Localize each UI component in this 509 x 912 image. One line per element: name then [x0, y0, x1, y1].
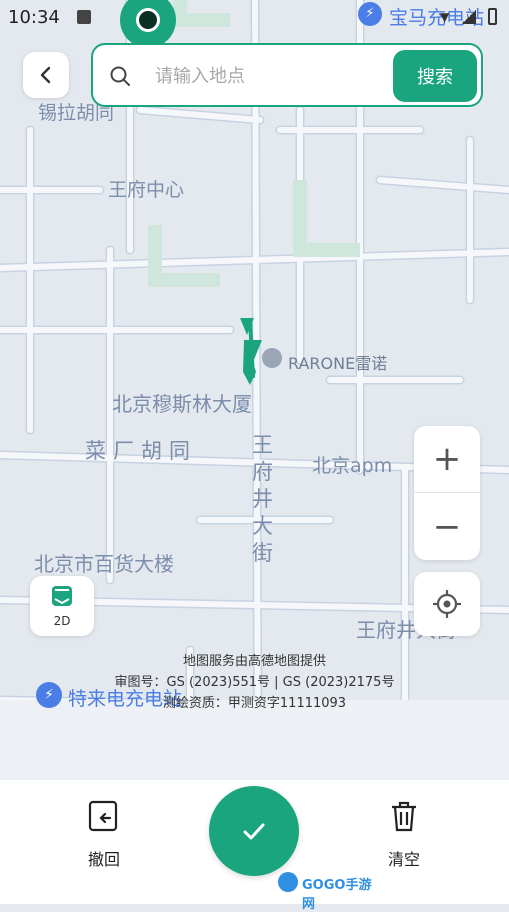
zoom-in-button[interactable]: + — [414, 426, 480, 492]
signal-icon — [462, 10, 476, 24]
crosshair-icon — [433, 590, 461, 618]
clear-button[interactable]: 清空 — [369, 798, 439, 870]
map-label: 北京穆斯林大厦 — [112, 392, 252, 416]
zoom-divider — [414, 492, 480, 493]
search-bar: 搜索 — [91, 43, 483, 107]
map-label: 菜厂胡同 — [85, 439, 197, 463]
trash-icon — [392, 801, 416, 832]
map-label: 王府井大街 — [252, 433, 273, 565]
map-label: 北京市百货大楼 — [34, 552, 174, 576]
map-label: 北京apm — [312, 455, 393, 477]
map-canvas[interactable]: 王府中心 锡拉胡同 北京穆斯林大厦 菜厂胡同 王府井大街 北京apm 北京市百货… — [0, 0, 509, 790]
locate-button[interactable] — [414, 572, 480, 636]
undo-icon — [88, 800, 118, 832]
wifi-icon: ▼ — [440, 10, 450, 24]
map-mode-label: 2D — [53, 614, 71, 628]
search-input[interactable] — [153, 59, 387, 93]
status-bar: 10:34 ▼ — [0, 0, 509, 48]
poi-pin-icon[interactable] — [262, 348, 282, 368]
check-icon — [243, 823, 265, 840]
map-label: RARONE雷诺 — [288, 354, 388, 373]
watermark-text: GOGO手游网 — [302, 878, 372, 912]
back-button[interactable] — [23, 52, 69, 98]
undo-button[interactable]: 撤回 — [69, 798, 139, 870]
clear-label: 清空 — [387, 850, 420, 869]
credits-line-1: 地图服务由高德地图提供 — [182, 654, 326, 669]
map-label: 王府中心 — [108, 179, 185, 201]
map-mode-button[interactable]: 2D — [30, 576, 94, 636]
undo-label: 撤回 — [87, 850, 120, 869]
watermark-logo-icon — [278, 872, 298, 892]
zoom-controls: + − — [414, 426, 480, 560]
confirm-button[interactable] — [209, 786, 299, 876]
status-time: 10:34 — [8, 7, 60, 28]
battery-icon — [488, 8, 497, 25]
search-icon — [110, 66, 130, 86]
watermark: GOGO手游网 — [276, 868, 380, 912]
map-layer-icon — [52, 586, 72, 606]
notification-icon — [77, 10, 91, 24]
search-button[interactable]: 搜索 — [393, 50, 477, 102]
zoom-out-button[interactable]: − — [414, 494, 480, 560]
credits-line-3: 测绘资质：甲测资字11111093 — [162, 696, 347, 711]
chevron-left-icon — [40, 66, 51, 84]
credits-line-2: 审图号：GS (2023)551号 | GS (2023)2175号 — [114, 675, 395, 690]
